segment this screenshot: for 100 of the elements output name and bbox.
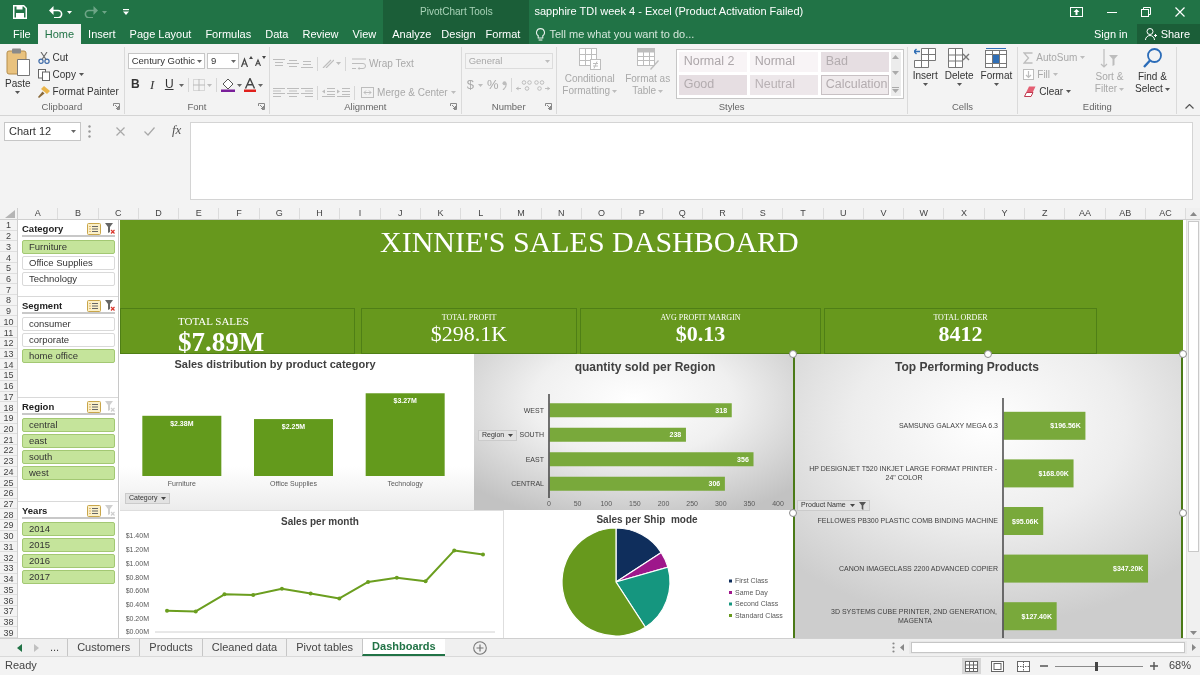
insert-function-button[interactable]: fx [172,123,182,138]
menu-tab[interactable]: Format [480,24,526,44]
slicer-item[interactable]: corporate [22,333,115,347]
sheet-tab[interactable]: Dashboards [362,639,445,656]
shrink-font-icon[interactable] [255,56,267,66]
find-select-button[interactable]: Find & Select [1131,47,1174,95]
slicer-item[interactable]: east [22,434,115,448]
menu-tab[interactable]: Design [436,24,481,44]
slicer-item[interactable]: 2016 [22,554,115,568]
italic-button[interactable]: I [144,77,160,93]
view-button[interactable] [961,658,981,674]
multi-select-icon[interactable] [87,222,101,235]
enter-icon[interactable] [144,127,155,136]
slider-thumb[interactable] [1094,661,1098,671]
resize-handle[interactable] [984,350,992,358]
slicer-item[interactable]: central [22,418,115,432]
menu-tab[interactable]: Data [258,24,296,44]
row-number: 17 [0,391,17,403]
format-button[interactable]: Format [978,47,1015,86]
slicer-item[interactable]: Technology [22,272,115,286]
clear-filter-icon[interactable] [105,300,115,311]
caret-icon [956,83,962,86]
clear-button[interactable]: Clear [1021,83,1088,100]
restore-icon[interactable] [1141,7,1151,17]
bold-button[interactable]: B [127,77,143,93]
kpi-label: AVG PROFIT MARGIN [660,313,741,323]
font-name-field[interactable]: Century Gothic [127,53,206,69]
close-icon[interactable] [1175,7,1185,17]
slicer-item[interactable]: south [22,450,115,464]
sign-in-button[interactable]: Sign in [1085,24,1137,44]
fill-color-icon[interactable] [220,78,235,92]
caret-icon [544,59,550,63]
next-sheet-icon[interactable] [34,643,39,652]
menu-tab[interactable]: Page Layout [122,24,199,44]
data-point [165,608,169,613]
caret-icon [612,89,618,93]
vertical-scrollbar[interactable] [1186,220,1200,638]
minimize-icon[interactable] [1107,11,1117,13]
menu-tab[interactable]: Formulas [198,24,259,44]
scroll-up-icon[interactable] [1189,211,1197,216]
zoom-in-icon[interactable] [1149,662,1158,670]
scroll-left-icon[interactable] [900,644,904,651]
slicer-item[interactable]: home office [22,349,115,363]
ribbon-display-options-icon[interactable] [1070,7,1083,17]
resize-handle[interactable] [789,350,797,358]
add-sheet-icon[interactable] [472,640,487,655]
name-box[interactable]: Chart 12 [4,122,81,141]
menu-tab[interactable]: View [345,24,384,44]
select-all-icon[interactable] [5,210,15,218]
multi-select-icon[interactable] [87,504,101,517]
underline-button[interactable]: U [161,77,177,93]
scroll-right-icon[interactable] [1192,644,1196,651]
slicer-item[interactable]: Furniture [22,240,115,254]
cut-button[interactable]: Cut [35,49,121,66]
dialog-launcher-icon[interactable] [258,103,266,110]
caret-icon [206,83,212,87]
window-title: sapphire TDI week 4 - Excel (Product Activation Failed) [533,5,804,19]
column-header: V [863,208,905,219]
undo-icon[interactable] [49,6,63,18]
share-button[interactable]: Share [1136,24,1200,44]
slicer-item[interactable]: consumer [22,317,115,331]
scroll-down-icon[interactable] [1190,631,1197,635]
dashboard-title: XINNIE'S SALES DASHBOARD [379,224,800,257]
menu-tab[interactable]: Home [37,24,82,44]
slicer-item[interactable]: 2014 [22,522,115,536]
menu-tab[interactable]: Review [295,24,346,44]
slicer-item[interactable]: west [22,466,115,480]
format-painter-button[interactable]: Format Painter [35,83,121,100]
dialog-launcher-icon[interactable] [112,103,120,110]
menu-tab[interactable]: Analyze [387,24,437,44]
font-size-field[interactable]: 9 [207,53,240,69]
column-header: Q [662,208,703,219]
row-number: 38 [0,616,17,628]
copy-button[interactable]: Copy [35,66,121,83]
multi-select-icon[interactable] [87,400,101,413]
tell-me-field[interactable]: Tell me what you want to do... [549,26,720,42]
paste-button[interactable]: Paste [3,47,33,94]
slicer-item[interactable]: 2017 [22,570,115,584]
formula-field[interactable] [190,122,1193,200]
grow-font-icon[interactable] [241,55,254,67]
save-icon[interactable] [13,5,27,19]
scrollbar-thumb[interactable] [1188,221,1199,553]
delete-button[interactable]: Delete [942,47,976,86]
menu-tab[interactable]: File [6,24,38,44]
collapse-ribbon-icon[interactable] [1185,104,1194,109]
grip-icon[interactable] [892,642,895,653]
more-sheets-button[interactable]: ... [50,639,60,656]
redo-icon[interactable] [84,6,98,18]
customize-icon[interactable] [123,9,129,15]
insert-button[interactable]: Insert [910,47,940,86]
row-number: 2 [0,230,17,242]
font-color-icon[interactable] [243,78,256,92]
clear-filter-icon[interactable] [105,223,115,234]
menu-tab[interactable]: Insert [81,24,123,44]
cancel-icon[interactable] [116,127,125,136]
previous-sheet-icon[interactable] [17,643,22,652]
slicer-item[interactable]: 2015 [22,538,115,552]
slicer-item[interactable]: Office Supplies [22,256,115,270]
multi-select-icon[interactable] [87,299,101,312]
caret-icon [257,83,263,87]
